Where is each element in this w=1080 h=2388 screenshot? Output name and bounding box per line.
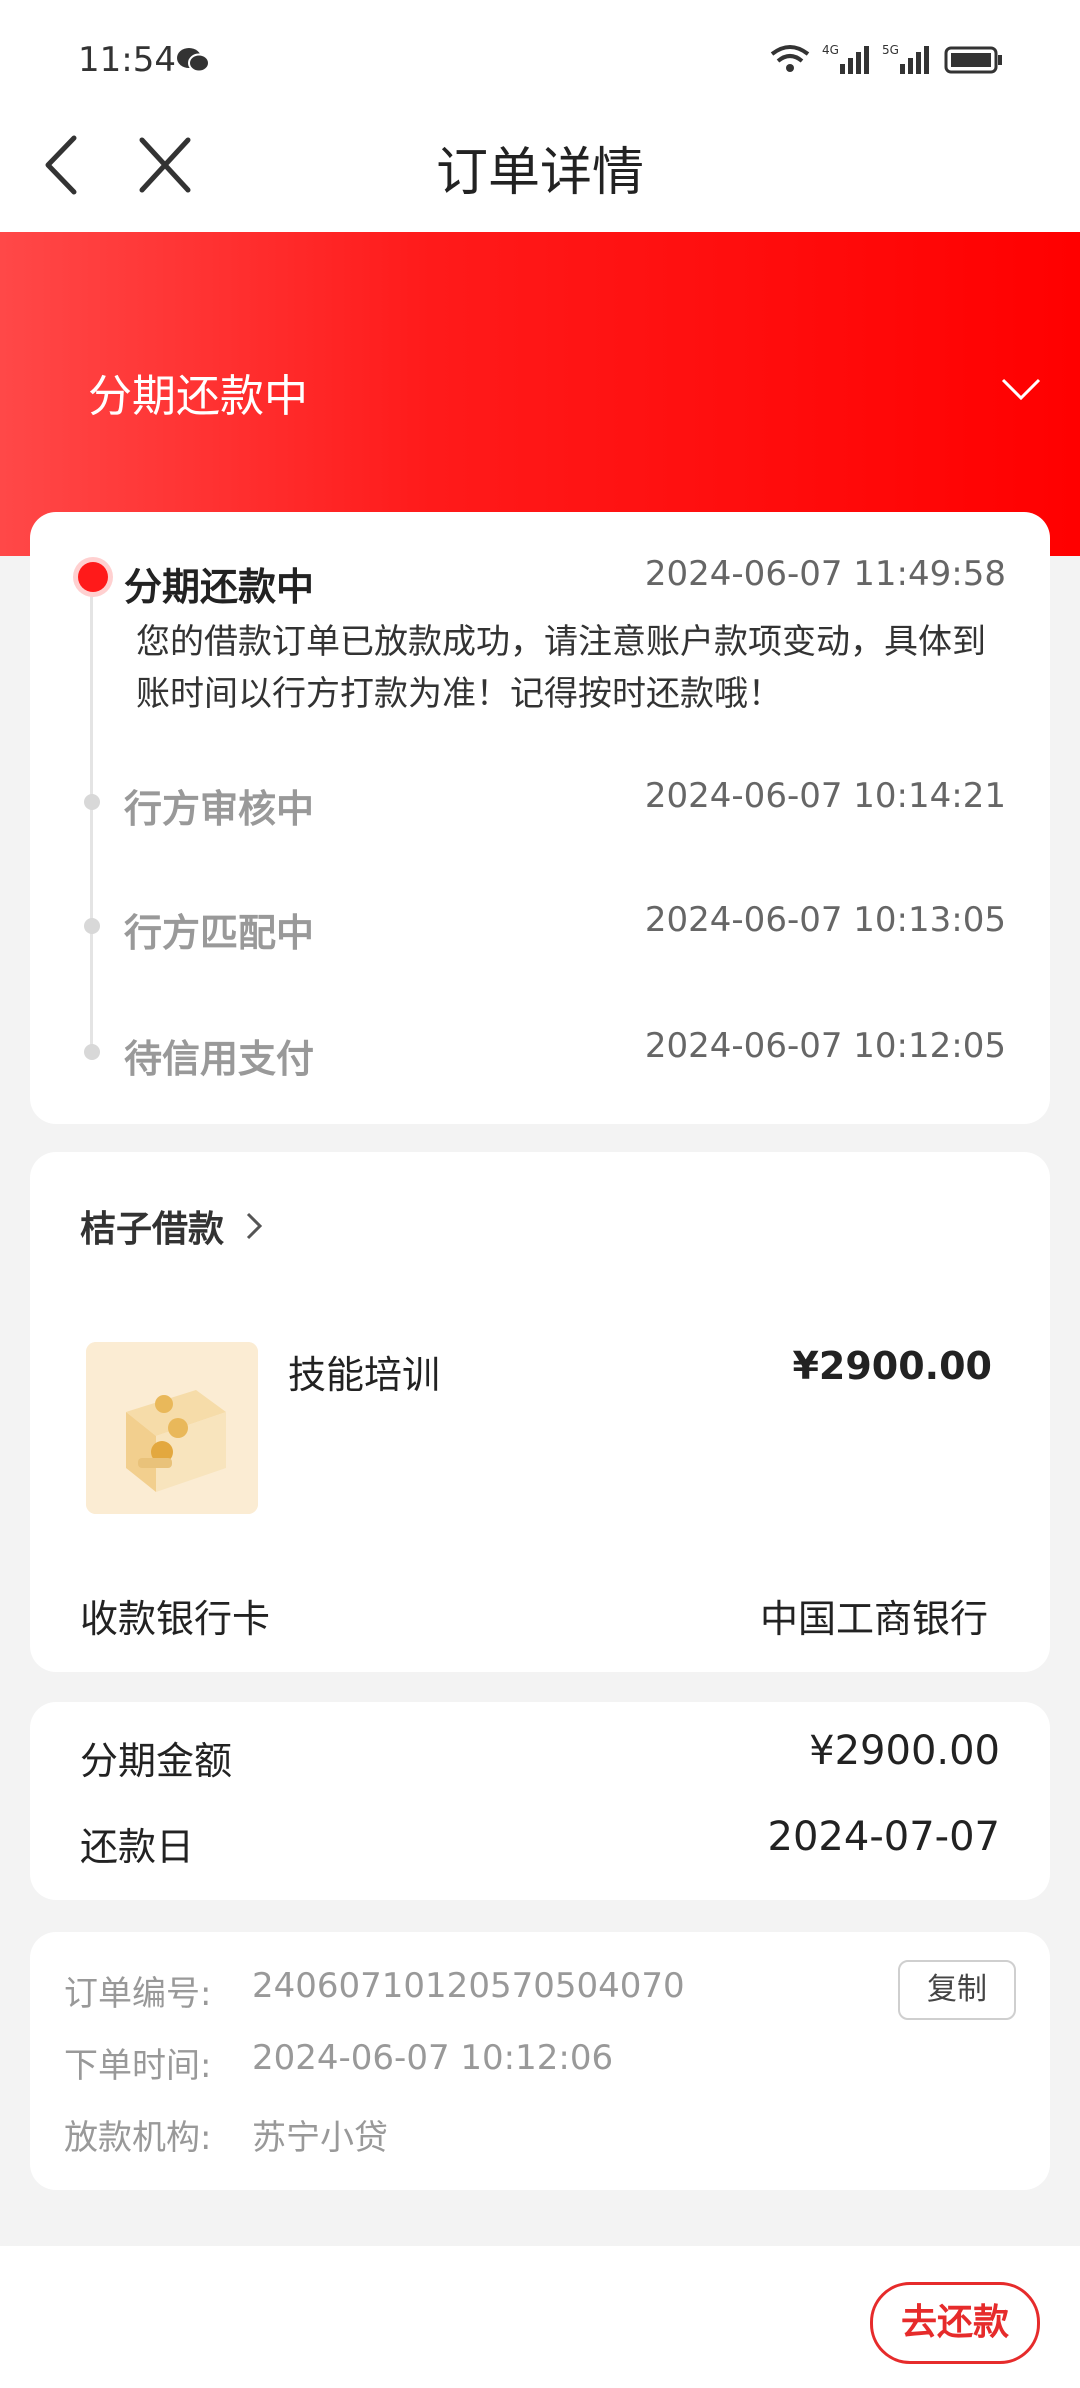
product-thumbnail <box>86 1342 258 1514</box>
wifi-icon <box>770 45 810 72</box>
page-title: 订单详情 <box>435 143 644 203</box>
lender-label: 放款机构: <box>64 2118 212 2158</box>
timeline-line <box>90 582 93 1052</box>
product-price: ¥2900.00 <box>792 1344 992 1388</box>
copy-button[interactable]: 复制 <box>898 1960 1016 2020</box>
timeline-step-title: 行方匹配中 <box>124 911 315 955</box>
order-time-value: 2024-06-07 10:12:06 <box>252 2038 614 2078</box>
chevron-down-icon[interactable] <box>1000 376 1042 402</box>
store-name-link[interactable]: 桔子借款 <box>80 1200 224 1252</box>
signal-icon-2 <box>900 46 929 74</box>
timeline-step-time: 2024-06-07 11:49:58 <box>644 554 1006 594</box>
product-name: 技能培训 <box>288 1353 441 1397</box>
bank-card-value: 中国工商银行 <box>759 1597 988 1641</box>
timeline-step-title: 分期还款中 <box>124 565 315 609</box>
chevron-right-icon[interactable] <box>244 1210 264 1242</box>
bank-card-label: 收款银行卡 <box>80 1597 271 1641</box>
status-icons: 4G 5G <box>770 43 1002 74</box>
network-label-5g: 5G <box>882 43 899 57</box>
timeline-step-description: 您的借款订单已放款成功，请注意账户款项变动，具体到账时间以行方打款为准！记得按时… <box>136 622 986 714</box>
order-time-label: 下单时间: <box>64 2046 212 2086</box>
order-number-label: 订单编号: <box>64 1974 212 2014</box>
battery-icon <box>944 46 1002 74</box>
coin-box-icon <box>86 1342 258 1514</box>
due-date-label: 还款日 <box>80 1825 195 1869</box>
order-number-value: 24060710120570504070 <box>252 1966 685 2006</box>
status-time: 11:54 <box>78 40 176 80</box>
timeline-step-time: 2024-06-07 10:13:05 <box>644 900 1006 940</box>
timeline-step-time: 2024-06-07 10:12:05 <box>644 1026 1006 1066</box>
banner-status-title: 分期还款中 <box>88 371 308 422</box>
timeline-dot <box>84 794 100 810</box>
installment-amount-label: 分期金额 <box>80 1739 233 1783</box>
installment-amount-value: ¥2900.00 <box>809 1728 1000 1774</box>
signal-icon-1 <box>840 46 869 74</box>
timeline-step-title: 待信用支付 <box>124 1037 315 1081</box>
timeline-dot <box>84 1044 100 1060</box>
timeline-step-title: 行方审核中 <box>124 787 315 831</box>
due-date-value: 2024-07-07 <box>767 1814 1000 1860</box>
lender-value: 苏宁小贷 <box>252 2118 388 2158</box>
timeline-dot-active <box>78 562 108 592</box>
repay-button[interactable]: 去还款 <box>870 2282 1040 2364</box>
timeline-dot <box>84 918 100 934</box>
wechat-icon <box>177 48 210 73</box>
timeline-step-time: 2024-06-07 10:14:21 <box>644 776 1006 816</box>
network-label-4g: 4G <box>822 43 839 57</box>
